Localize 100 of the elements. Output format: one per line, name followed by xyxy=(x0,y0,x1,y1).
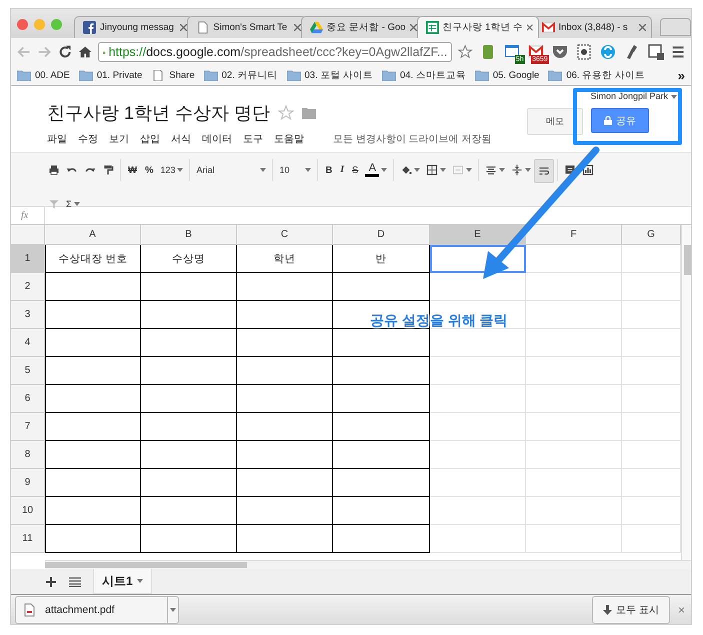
text-color-button[interactable]: A xyxy=(365,163,380,177)
menu-icon[interactable] xyxy=(670,44,685,60)
close-icon[interactable] xyxy=(180,24,188,31)
row-header[interactable]: 5 xyxy=(11,357,45,385)
table-cell[interactable] xyxy=(141,385,237,413)
row-header[interactable]: 9 xyxy=(11,469,45,497)
sheet-list-icon[interactable] xyxy=(69,576,81,586)
table-cell[interactable] xyxy=(237,357,333,385)
home-icon[interactable] xyxy=(78,44,92,60)
table-cell[interactable] xyxy=(333,525,430,553)
bookmark[interactable]: 00. ADE xyxy=(17,70,70,81)
column-header[interactable]: D xyxy=(333,225,430,245)
add-sheet-icon[interactable] xyxy=(45,576,57,588)
table-cell[interactable] xyxy=(141,525,237,553)
table-cell[interactable] xyxy=(141,273,237,301)
table-cell[interactable] xyxy=(45,469,141,497)
table-cell[interactable] xyxy=(237,525,333,553)
column-header[interactable]: C xyxy=(237,225,333,245)
user-name[interactable]: Simon Jongpil Park xyxy=(590,91,677,101)
row-header[interactable]: 10 xyxy=(11,497,45,525)
table-cell[interactable]: 학년 xyxy=(237,245,333,273)
text-wrap-icon[interactable] xyxy=(538,165,550,177)
table-cell[interactable] xyxy=(45,497,141,525)
print-icon[interactable] xyxy=(48,164,60,176)
scrollbar-thumb[interactable] xyxy=(45,562,247,568)
selected-cell[interactable] xyxy=(430,245,526,273)
table-cell[interactable] xyxy=(141,441,237,469)
toolbar-button[interactable]: ₩ xyxy=(124,159,141,181)
menu-item[interactable]: 파일 xyxy=(47,132,67,146)
table-cell[interactable] xyxy=(333,329,430,357)
row-header[interactable]: 7 xyxy=(11,413,45,441)
close-icon[interactable] xyxy=(638,24,646,31)
extension-icon[interactable] xyxy=(550,43,569,61)
table-cell[interactable] xyxy=(237,385,333,413)
column-header[interactable]: F xyxy=(526,225,622,245)
menu-item[interactable]: 서식 xyxy=(171,132,191,146)
bookmark[interactable]: 01. Private xyxy=(78,70,142,81)
fill-color-icon[interactable] xyxy=(400,164,412,176)
merge-cells-icon[interactable] xyxy=(452,164,464,176)
table-cell[interactable]: 수상대장 번호 xyxy=(45,245,141,273)
menu-item[interactable]: 도움말 xyxy=(274,132,304,146)
extension-icon[interactable] xyxy=(646,43,665,61)
bookmark[interactable]: 02. 커뮤니티 xyxy=(204,69,278,82)
table-cell[interactable] xyxy=(333,385,430,413)
table-cell[interactable] xyxy=(141,413,237,441)
column-header[interactable]: E xyxy=(430,225,526,245)
borders-icon[interactable] xyxy=(426,164,438,176)
more-bookmarks-button[interactable]: » xyxy=(678,68,685,83)
address-field[interactable]: https://docs.google.com/spreadsheet/ccc?key=0Agw2llafZF... xyxy=(98,42,452,62)
table-cell[interactable] xyxy=(333,413,430,441)
table-cell[interactable] xyxy=(333,497,430,525)
table-cell[interactable] xyxy=(45,357,141,385)
vertical-align-icon[interactable] xyxy=(511,164,524,176)
column-header[interactable]: B xyxy=(141,225,237,245)
table-cell[interactable]: 수상명 xyxy=(141,245,237,273)
table-cell[interactable] xyxy=(333,357,430,385)
row-header[interactable]: 8 xyxy=(11,441,45,469)
table-cell[interactable] xyxy=(237,329,333,357)
row-header[interactable]: 11 xyxy=(11,525,45,553)
align-icon[interactable] xyxy=(485,164,498,176)
menu-item[interactable]: 보기 xyxy=(109,132,129,146)
close-icon[interactable] xyxy=(294,24,300,31)
comment-icon[interactable] xyxy=(564,164,576,176)
column-header[interactable]: A xyxy=(45,225,141,245)
toolbar-dropdown[interactable]: Σ xyxy=(63,193,83,215)
table-cell[interactable] xyxy=(237,441,333,469)
font-size-dropdown[interactable]: 10 xyxy=(276,159,314,181)
bookmark[interactable]: 03. 포털 사이트 xyxy=(286,69,373,82)
document-title[interactable]: 친구사랑 1학년 수상자 명단 xyxy=(47,101,270,125)
table-cell[interactable] xyxy=(237,469,333,497)
caret-icon[interactable] xyxy=(671,95,677,99)
row-header[interactable]: 2 xyxy=(11,273,45,301)
menu-item[interactable]: 수정 xyxy=(78,132,98,146)
show-all-button[interactable]: 모두 표시 xyxy=(592,596,670,624)
bookmark[interactable]: 06. 유용한 사이트 xyxy=(548,69,645,82)
scrollbar-thumb[interactable] xyxy=(684,245,691,275)
browser-tab[interactable]: 친구사랑 1학년 수 xyxy=(416,16,538,38)
menu-item[interactable]: 데이터 xyxy=(202,132,232,146)
column-header[interactable]: G xyxy=(622,225,681,245)
toolbar-dropdown[interactable]: 123 xyxy=(157,159,186,181)
row-header[interactable]: 1 xyxy=(11,245,45,273)
table-cell[interactable] xyxy=(333,441,430,469)
paint-format-icon[interactable] xyxy=(102,164,114,176)
table-cell[interactable] xyxy=(45,329,141,357)
reload-icon[interactable] xyxy=(58,44,72,60)
table-cell[interactable] xyxy=(141,357,237,385)
table-cell[interactable] xyxy=(141,301,237,329)
table-cell[interactable]: 반 xyxy=(333,245,430,273)
row-header[interactable]: 4 xyxy=(11,329,45,357)
bookmark[interactable]: Share xyxy=(151,70,195,81)
menu-item[interactable]: 도구 xyxy=(243,132,263,146)
star-icon[interactable] xyxy=(278,105,294,121)
strikethrough-button[interactable]: S xyxy=(348,159,362,181)
menu-item[interactable]: 삽입 xyxy=(140,132,160,146)
chart-icon[interactable] xyxy=(582,164,594,176)
table-cell[interactable] xyxy=(141,469,237,497)
table-cell[interactable] xyxy=(333,469,430,497)
bold-button[interactable]: B xyxy=(321,159,336,181)
table-cell[interactable] xyxy=(45,385,141,413)
row-header[interactable]: 3 xyxy=(11,301,45,329)
